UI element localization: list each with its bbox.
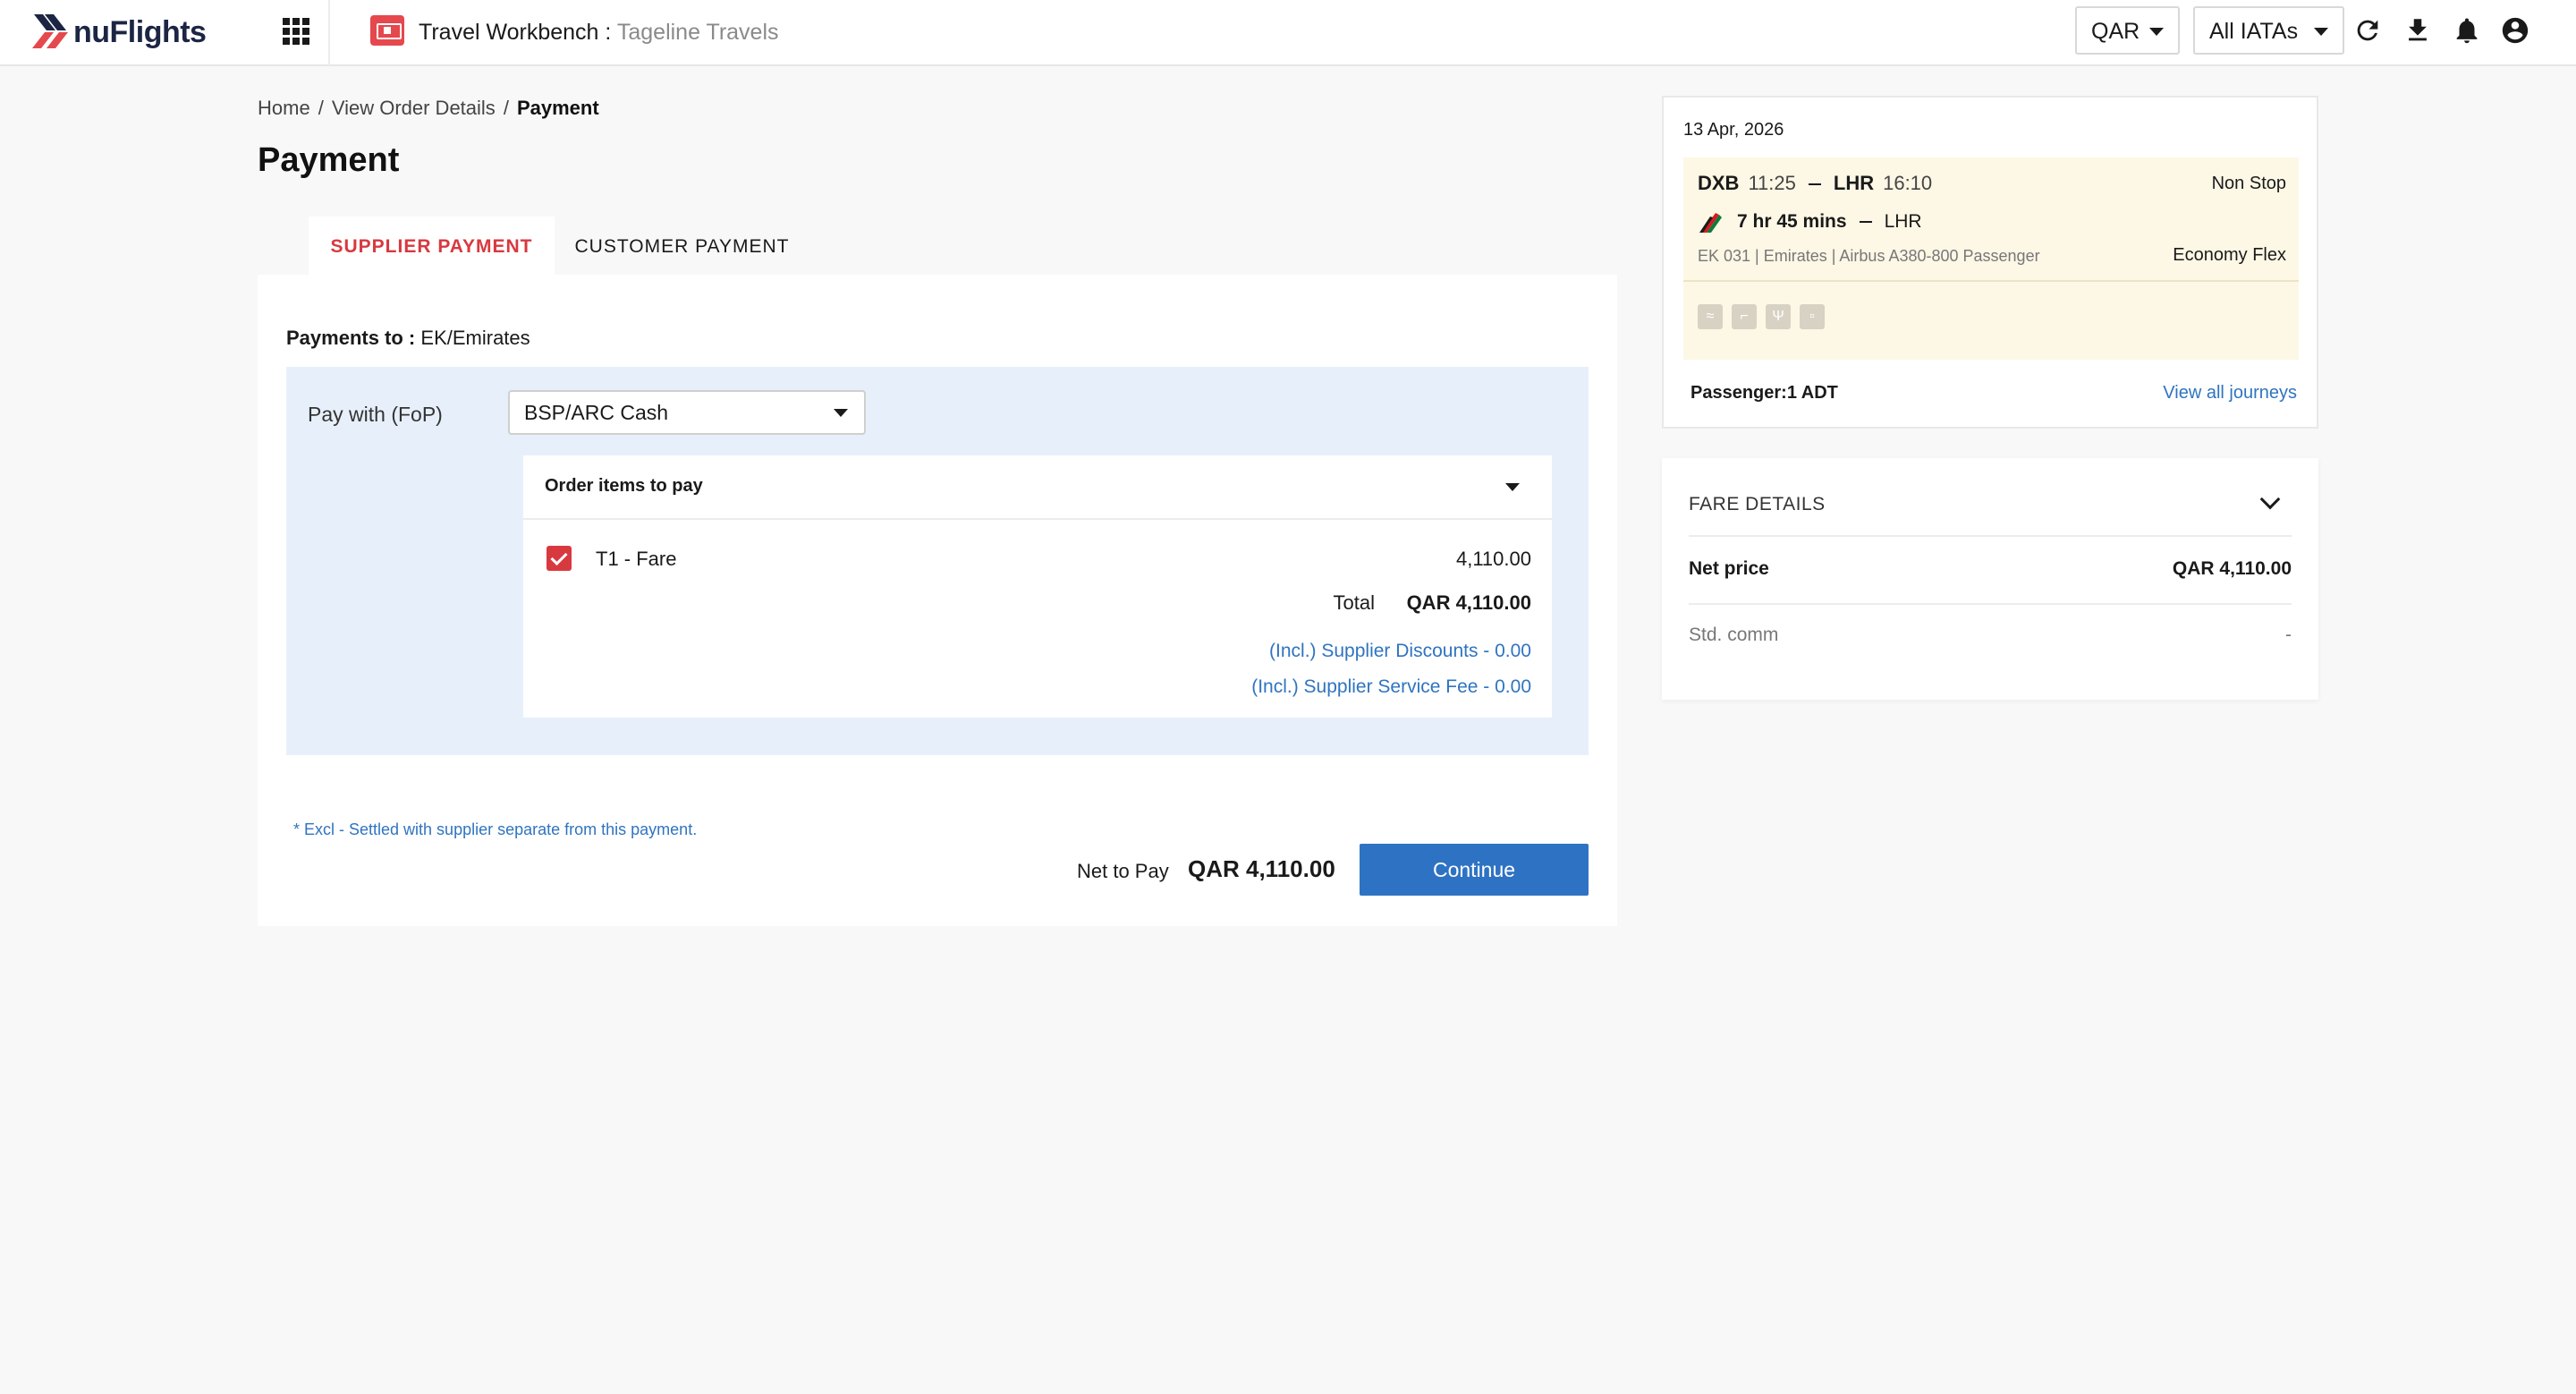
total-label: Total xyxy=(1333,591,1375,614)
page-title: Payment xyxy=(258,141,400,179)
arrival-time: 16:10 xyxy=(1883,172,1933,194)
divider xyxy=(1689,603,2292,605)
breadcrumb-current: Payment xyxy=(516,97,599,119)
departure-time: 11:25 xyxy=(1748,172,1796,194)
segment-duration: 7 hr 45 mins LHR xyxy=(1737,211,1922,233)
nuflights-logo[interactable]: nuFlights xyxy=(30,7,207,57)
breadcrumb-separator: / xyxy=(503,97,509,119)
emirates-logo-icon xyxy=(1698,209,1724,236)
divider xyxy=(1689,535,2292,537)
account-icon[interactable] xyxy=(2500,15,2530,46)
net-price-label: Net price xyxy=(1689,558,1769,579)
breadcrumb-home[interactable]: Home xyxy=(258,97,310,119)
chevron-down-icon[interactable] xyxy=(2259,489,2281,510)
std-comm-value: - xyxy=(2285,625,2292,645)
download-icon[interactable] xyxy=(2402,15,2433,46)
top-navbar: nuFlights Travel Workbench : Tageline Tr… xyxy=(0,0,2576,66)
nuflights-logo-mark xyxy=(32,14,68,48)
logo-text: nuFlights xyxy=(73,14,207,49)
flight-summary-card: 13 Apr, 2026 DXB 11:25 LHR 16:10 Non Stop 7… xyxy=(1662,96,2318,429)
payments-to-value: EK/Emirates xyxy=(420,327,530,349)
item-label: T1 - Fare xyxy=(596,548,677,570)
flight-segment: DXB 11:25 LHR 16:10 Non Stop 7 hr 45 mins LH… xyxy=(1683,157,2299,360)
std-comm-label: Std. comm xyxy=(1689,625,1779,645)
fop-label: Pay with (FoP) xyxy=(308,403,443,426)
apps-grid-icon[interactable] xyxy=(283,18,309,45)
breadcrumb-separator: / xyxy=(318,97,324,119)
fop-value: BSP/ARC Cash xyxy=(524,401,669,424)
net-to-pay-label: Net to Pay xyxy=(1077,860,1169,882)
passenger-count: Passenger:1 ADT xyxy=(1690,383,1838,403)
payments-to: Payments to : EK/Emirates xyxy=(286,327,530,350)
supplier-discounts: (Incl.) Supplier Discounts - 0.00 xyxy=(1269,641,1531,661)
view-all-journeys-link[interactable]: View all journeys xyxy=(2163,383,2297,404)
breadcrumb: Home / View Order Details / Payment xyxy=(258,97,599,120)
fare-details-title: FARE DETAILS xyxy=(1689,494,1826,514)
header-divider xyxy=(328,0,330,66)
meal-icon: Ψ xyxy=(1766,304,1791,329)
net-to-pay-amount: QAR 4,110.00 xyxy=(1188,855,1335,882)
flight-date: 13 Apr, 2026 xyxy=(1683,120,1784,140)
duration: 7 hr 45 mins xyxy=(1737,211,1847,232)
segment-divider xyxy=(1683,280,2299,282)
order-items-header[interactable]: Order items to pay xyxy=(523,455,1552,520)
iata-value: All IATAs xyxy=(2209,19,2299,44)
item-checkbox[interactable] xyxy=(547,546,572,571)
net-price-value: QAR 4,110.00 xyxy=(2172,558,2292,579)
segment-route: DXB 11:25 LHR 16:10 xyxy=(1698,172,1932,195)
bell-icon[interactable] xyxy=(2452,15,2482,46)
agency-name: Tageline Travels xyxy=(616,20,779,45)
footnote: * Excl - Settled with supplier separate … xyxy=(293,820,698,838)
order-items-title: Order items to pay xyxy=(545,476,703,496)
continue-button[interactable]: Continue xyxy=(1360,844,1589,896)
workbench-title-label: Travel Workbench : xyxy=(419,20,612,45)
seat-icon: ⌐ xyxy=(1732,304,1757,329)
workbench-title: Travel Workbench : Tageline Travels xyxy=(419,20,779,46)
fare-details-card: FARE DETAILS Net price QAR 4,110.00 Std.… xyxy=(1662,458,2318,700)
currency-value: QAR xyxy=(2091,19,2140,44)
currency-select[interactable]: QAR xyxy=(2075,6,2180,55)
fop-section: Pay with (FoP) BSP/ARC Cash Order items … xyxy=(286,367,1589,755)
refresh-icon[interactable] xyxy=(2352,15,2383,46)
supplier-payment-panel: Payments to : EK/Emirates Pay with (FoP)… xyxy=(258,275,1617,926)
item-amount: 4,110.00 xyxy=(1455,548,1531,570)
caret-down-icon xyxy=(2314,28,2328,36)
baggage-icon: ▫ xyxy=(1800,304,1825,329)
payments-to-label: Payments to : xyxy=(286,327,416,349)
order-items-box: Order items to pay T1 - Fare 4,110.00 To… xyxy=(523,455,1552,718)
stops-label: Non Stop xyxy=(2211,174,2286,193)
wifi-icon: ≈ xyxy=(1698,304,1723,329)
workbench-icon xyxy=(370,15,404,46)
caret-down-icon xyxy=(834,409,848,417)
supplier-service-fee: (Incl.) Supplier Service Fee - 0.00 xyxy=(1251,676,1531,697)
caret-down-icon xyxy=(2149,28,2164,36)
caret-down-icon xyxy=(1505,483,1520,491)
duration-destination: LHR xyxy=(1884,211,1922,232)
tab-supplier-payment[interactable]: SUPPLIER PAYMENT xyxy=(309,217,555,275)
flight-info: EK 031 | Emirates | Airbus A380-800 Pass… xyxy=(1698,247,2040,265)
tab-customer-payment[interactable]: CUSTOMER PAYMENT xyxy=(555,217,809,275)
origin-code: DXB xyxy=(1698,172,1740,194)
fop-select[interactable]: BSP/ARC Cash xyxy=(508,390,866,435)
total-amount: QAR 4,110.00 xyxy=(1406,591,1531,614)
fare-class: Economy Flex xyxy=(2173,245,2286,265)
breadcrumb-view-order[interactable]: View Order Details xyxy=(332,97,496,119)
destination-code: LHR xyxy=(1833,172,1875,194)
iata-select[interactable]: All IATAs xyxy=(2193,6,2344,55)
